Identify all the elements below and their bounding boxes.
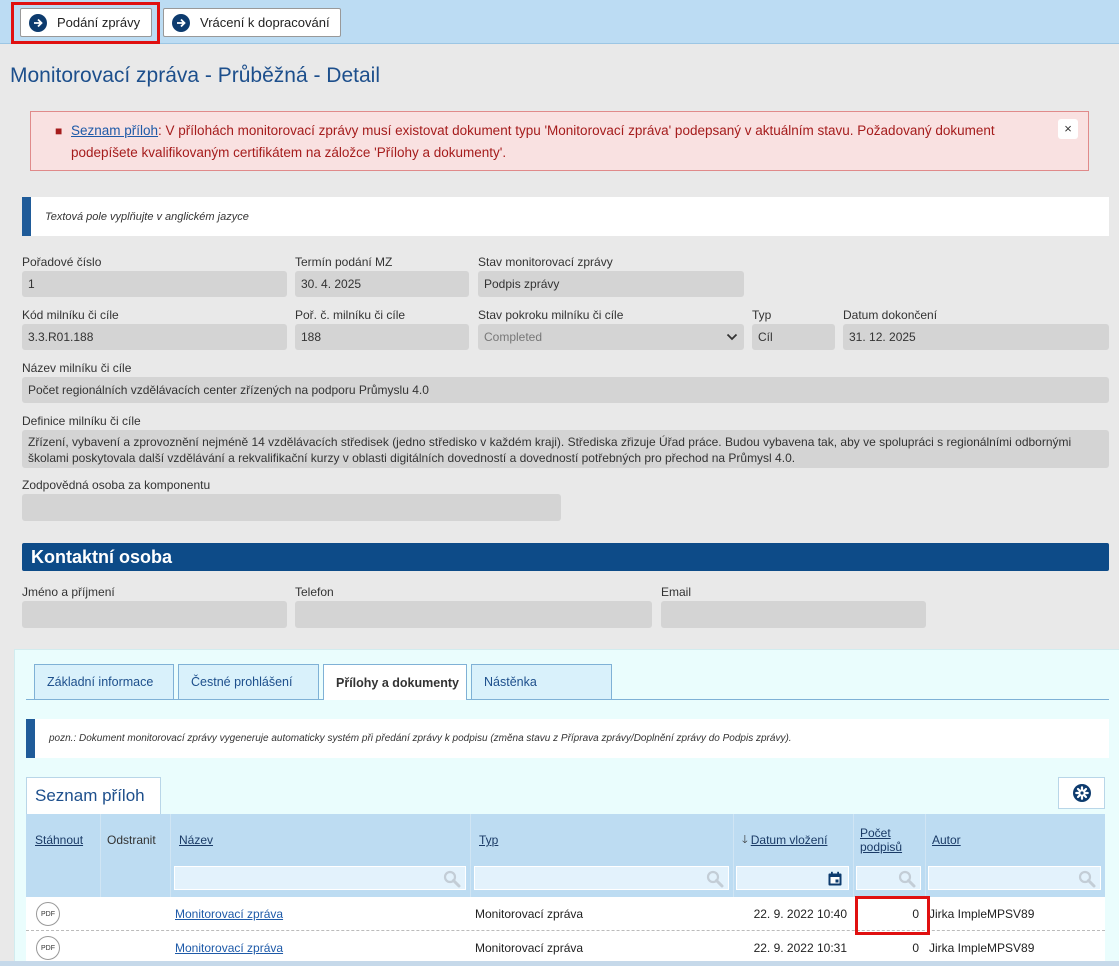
order-number-field[interactable]: 1 (22, 271, 287, 297)
responsible-person-field[interactable] (22, 494, 561, 521)
filter-name-input[interactable] (174, 866, 466, 890)
attachment-author: Jirka ImpleMPSV89 (929, 941, 1035, 955)
filter-author-input[interactable] (928, 866, 1101, 890)
tab-declaration[interactable]: Čestné prohlášení (178, 664, 319, 699)
attachments-list-link[interactable]: Seznam příloh (71, 123, 158, 138)
column-header-remove: Odstranit (107, 833, 156, 847)
column-header-signatures-line2: podpisů (860, 840, 903, 854)
contact-name-field[interactable] (22, 601, 287, 628)
filter-type-input[interactable] (474, 866, 729, 890)
contact-email-label: Email (661, 585, 692, 599)
order-number-label: Pořadové číslo (22, 255, 102, 269)
milestone-name-label: Název milníku či cíle (22, 361, 132, 375)
chevron-down-icon (726, 333, 738, 341)
column-divider (925, 814, 926, 897)
toolbar: Podání zprávy Vrácení k dopracování (0, 0, 1119, 44)
attachment-signatures: 0 (912, 907, 919, 921)
document-note-text: pozn.: Dokument monitorovací zprávy vyge… (49, 733, 792, 744)
submission-deadline-field[interactable]: 30. 4. 2025 (295, 271, 469, 297)
page-title: Monitorovací zpráva - Průběžná - Detail (10, 64, 380, 87)
attachments-list-title: Seznam příloh (26, 777, 161, 814)
filter-date-input[interactable] (736, 866, 849, 890)
attachment-type: Monitorovací zpráva (475, 907, 584, 921)
milestone-definition-label: Definice milníku či cíle (22, 414, 141, 428)
submission-deadline-label: Termín podání MZ (295, 255, 393, 269)
column-header-name[interactable]: Název (179, 814, 213, 866)
error-alert: ■ Seznam příloh: V přílohách monitorovac… (30, 111, 1089, 171)
contact-section-header: Kontaktní osoba (22, 543, 1109, 571)
calendar-icon (828, 871, 842, 886)
column-header-signatures[interactable]: Počet podpisů (860, 814, 902, 866)
contact-email-field[interactable] (661, 601, 926, 628)
attachment-date: 22. 9. 2022 10:31 (753, 941, 847, 955)
return-for-revision-label: Vrácení k dopracování (200, 15, 330, 30)
language-note-text: Textová pole vyplňujte v anglickém jazyc… (45, 210, 249, 223)
contact-phone-field[interactable] (295, 601, 652, 628)
column-header-date[interactable]: 🡓 Datum vložení (742, 814, 827, 866)
tab-attachments[interactable]: Přílohy a dokumenty (323, 664, 467, 700)
attachment-signatures: 0 (912, 941, 919, 955)
milestone-order-label: Poř. č. milníku či cíle (295, 308, 406, 322)
pdf-download-icon[interactable]: PDF (36, 936, 60, 960)
gear-icon (1072, 784, 1091, 802)
alert-bullet: ■ (55, 124, 63, 138)
table-settings-button[interactable] (1058, 777, 1105, 809)
column-header-download[interactable]: Stáhnout (35, 814, 83, 866)
column-header-author[interactable]: Autor (932, 814, 961, 866)
column-divider (470, 814, 471, 897)
attachment-name-link[interactable]: Monitorovací zpráva (175, 897, 283, 931)
attachment-author: Jirka ImpleMPSV89 (929, 907, 1035, 921)
completion-date-field[interactable]: 31. 12. 2025 (843, 324, 1109, 350)
search-icon (706, 870, 724, 888)
alert-message: : V přílohách monitorovací zprávy musí e… (71, 123, 995, 160)
sort-down-icon: 🡓 (742, 833, 748, 846)
attachment-name-link[interactable]: Monitorovací zpráva (175, 931, 283, 965)
column-divider (733, 814, 734, 897)
report-status-field[interactable]: Podpis zprávy (478, 271, 744, 297)
milestone-code-label: Kód milníku či cíle (22, 308, 119, 322)
language-note: Textová pole vyplňujte v anglickém jazyc… (22, 197, 1109, 236)
close-icon[interactable]: × (1058, 119, 1078, 139)
search-icon (898, 870, 916, 888)
tab-basic-info[interactable]: Základní informace (34, 664, 174, 699)
search-icon (1078, 870, 1096, 888)
completion-date-label: Datum dokončení (843, 308, 938, 322)
column-divider (853, 814, 854, 897)
column-divider (170, 814, 171, 897)
attachment-type: Monitorovací zpráva (475, 941, 584, 955)
milestone-code-field[interactable]: 3.3.R01.188 (22, 324, 287, 350)
progress-status-value: Completed (484, 330, 543, 344)
type-field[interactable]: Cíl (752, 324, 835, 350)
milestone-order-field[interactable]: 188 (295, 324, 469, 350)
submit-report-label: Podání zprávy (57, 15, 141, 30)
submit-report-button[interactable]: Podání zprávy (20, 8, 152, 37)
return-for-revision-button[interactable]: Vrácení k dopracování (163, 8, 341, 37)
column-header-signatures-line1: Počet (860, 826, 891, 840)
milestone-name-field[interactable]: Počet regionálních vzdělávacích center z… (22, 377, 1109, 403)
type-label: Typ (752, 308, 772, 322)
progress-status-select[interactable]: Completed (478, 324, 744, 350)
document-note: pozn.: Dokument monitorovací zprávy vyge… (26, 719, 1109, 758)
filter-signatures-input[interactable] (856, 866, 921, 890)
milestone-definition-field[interactable]: Zřízení, vybavení a zprovoznění nejméně … (22, 430, 1109, 468)
column-header-type[interactable]: Typ (479, 814, 498, 866)
arrow-right-icon (29, 13, 47, 32)
arrow-right-icon (172, 13, 190, 32)
bottom-bar (0, 961, 1119, 966)
tab-divider (26, 699, 1109, 700)
report-status-label: Stav monitorovací zprávy (478, 255, 613, 269)
contact-phone-label: Telefon (295, 585, 334, 599)
tab-noticeboard[interactable]: Nástěnka (471, 664, 612, 699)
responsible-person-label: Zodpovědná osoba za komponentu (22, 478, 211, 492)
contact-name-label: Jméno a příjmení (22, 585, 115, 599)
pdf-download-icon[interactable]: PDF (36, 902, 60, 926)
progress-status-label: Stav pokroku milníku či cíle (478, 308, 624, 322)
column-header-date-label: Datum vložení (750, 833, 828, 847)
attachment-date: 22. 9. 2022 10:40 (753, 907, 847, 921)
search-icon (443, 870, 461, 888)
